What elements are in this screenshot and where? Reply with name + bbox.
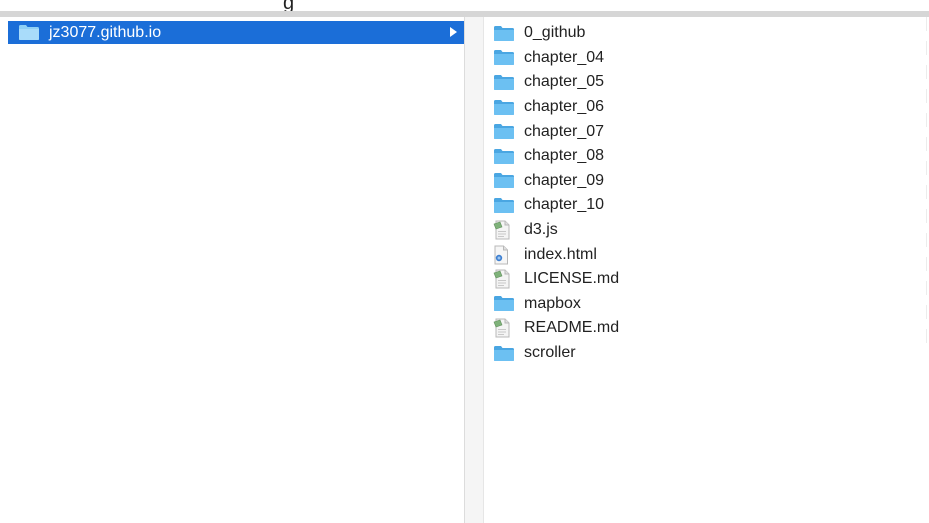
folder-icon <box>493 48 517 68</box>
list-item-label: chapter_08 <box>524 147 605 165</box>
list-item-label: chapter_09 <box>524 171 605 189</box>
list-item-label: chapter_06 <box>524 98 605 116</box>
list-item[interactable]: index.html <box>493 242 619 267</box>
folder-icon <box>493 72 517 92</box>
list-item[interactable]: README.md <box>493 316 619 341</box>
list-item-label: 0_github <box>524 24 586 42</box>
list-item-label: LICENSE.md <box>524 270 620 288</box>
folder-icon <box>493 23 517 43</box>
folder-icon <box>18 24 40 41</box>
folder-icon <box>493 146 517 166</box>
list-item-label: mapbox <box>524 294 581 312</box>
list-item[interactable]: mapbox <box>493 292 619 317</box>
list-item-label: chapter_05 <box>524 73 605 91</box>
document-icon <box>493 220 517 240</box>
list-item-label: d3.js <box>524 221 558 239</box>
selected-folder-label: jz3077.github.io <box>49 23 162 41</box>
list-item-label: scroller <box>524 344 576 362</box>
column-resize-handle[interactable] <box>465 17 483 523</box>
list-item[interactable]: chapter_05 <box>493 70 619 95</box>
list-item[interactable]: d3.js <box>493 218 619 243</box>
list-item[interactable]: chapter_10 <box>493 193 619 218</box>
column-left[interactable] <box>8 17 464 523</box>
list-item-label: README.md <box>524 319 620 337</box>
list-item[interactable]: chapter_06 <box>493 95 619 120</box>
list-item[interactable]: chapter_07 <box>493 119 619 144</box>
folder-icon <box>493 294 517 314</box>
folder-icon <box>493 97 517 117</box>
document-icon <box>493 318 517 338</box>
folder-icon <box>493 122 517 142</box>
list-item-label: chapter_04 <box>524 48 605 66</box>
list-item[interactable]: 0_github <box>493 21 619 46</box>
list-item-label: index.html <box>524 245 597 263</box>
list-item[interactable]: chapter_04 <box>493 46 619 71</box>
chevron-right-icon <box>450 27 457 37</box>
document-icon <box>493 269 517 289</box>
folder-icon <box>493 343 517 363</box>
folder-icon <box>493 195 517 215</box>
folder-icon <box>493 171 517 191</box>
selected-folder-row[interactable]: jz3077.github.io <box>8 21 464 44</box>
file-list: 0_github chapter_04 chapter_05 chapter_06ch… <box>493 21 619 365</box>
list-item-label: chapter_07 <box>524 122 605 140</box>
list-item[interactable]: chapter_08 <box>493 144 619 169</box>
html-file-icon <box>493 245 517 265</box>
list-item[interactable]: chapter_09 <box>493 169 619 194</box>
list-item-label: chapter_10 <box>524 196 605 214</box>
list-item[interactable]: scroller <box>493 341 619 366</box>
next-column-edge <box>924 17 929 523</box>
list-item[interactable]: LICENSE.md <box>493 267 619 292</box>
finder-column-view: g jz3077.github.io 0_github chapter_04 cha… <box>0 0 929 523</box>
